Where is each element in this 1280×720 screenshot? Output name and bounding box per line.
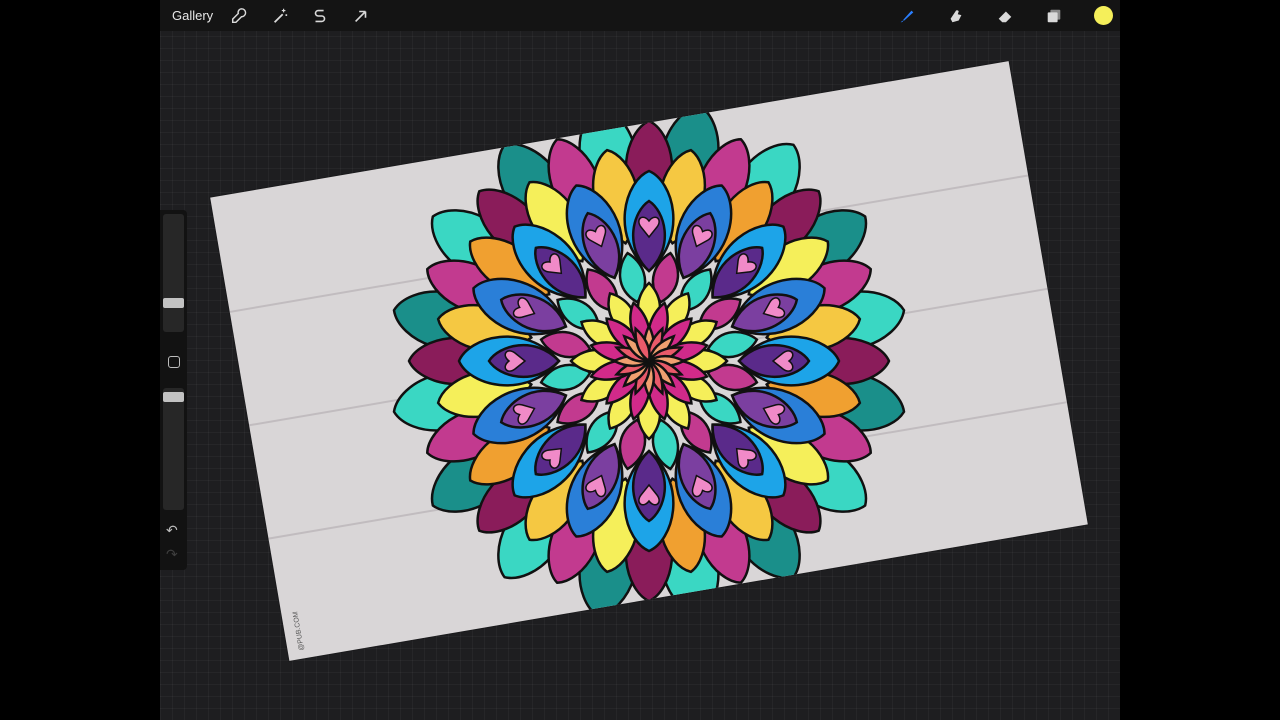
top-toolbar: Gallery <box>160 0 1120 31</box>
color-picker-button[interactable] <box>1094 6 1113 25</box>
undo-icon[interactable]: ↶ <box>166 522 178 539</box>
eraser-icon[interactable] <box>994 5 1016 27</box>
gallery-button[interactable]: Gallery <box>172 8 213 23</box>
canvas[interactable]: @PUB.COM <box>210 61 1088 661</box>
procreate-app: Gallery ↶ ↷ @PUB.COM <box>160 0 1120 720</box>
selection-s-icon[interactable] <box>309 5 331 27</box>
redo-icon[interactable]: ↷ <box>166 546 178 563</box>
wrench-icon[interactable] <box>228 5 250 27</box>
left-sidebar: ↶ ↷ <box>160 210 187 570</box>
brush-size-handle[interactable] <box>163 298 184 308</box>
brush-icon[interactable] <box>896 5 918 27</box>
magic-wand-icon[interactable] <box>269 5 291 27</box>
smudge-finger-icon[interactable] <box>945 5 967 27</box>
opacity-handle[interactable] <box>163 392 184 402</box>
modify-button[interactable] <box>168 356 180 368</box>
opacity-slider[interactable] <box>163 388 184 510</box>
arrow-cursor-icon[interactable] <box>350 5 372 27</box>
layers-icon[interactable] <box>1043 5 1065 27</box>
credit-text: @PUB.COM <box>292 610 306 652</box>
mandala-artwork <box>392 104 906 618</box>
brush-size-slider[interactable] <box>163 214 184 332</box>
